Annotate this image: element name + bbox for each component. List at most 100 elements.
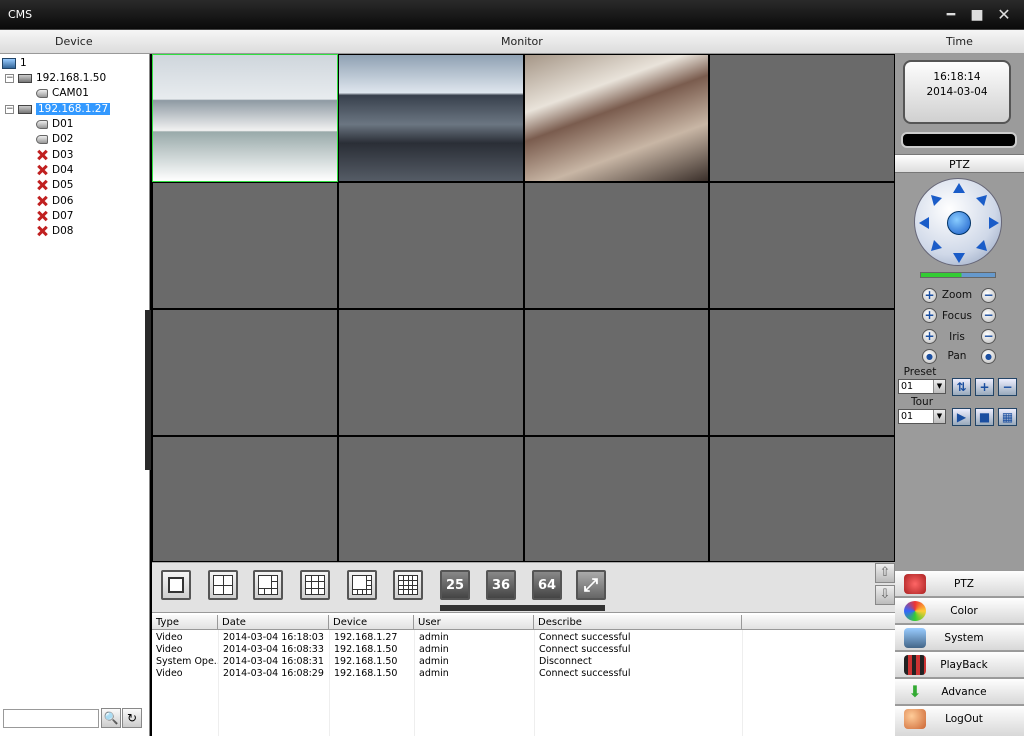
menu-label: System: [944, 632, 984, 644]
tour-grid-button[interactable]: ▦: [998, 408, 1017, 426]
iris-close-button[interactable]: −: [981, 329, 996, 344]
video-cell-15[interactable]: [524, 436, 709, 562]
close-button[interactable]: ✕: [995, 6, 1013, 24]
tree-channel-d01[interactable]: D01: [36, 117, 73, 132]
layout-25-button[interactable]: 25: [440, 570, 470, 600]
scroll-up-button[interactable]: ⇧: [875, 563, 895, 583]
layout-1-button[interactable]: [161, 570, 191, 600]
pan-left-button[interactable]: ●: [922, 349, 937, 364]
log-describe-cell: Connect successful: [539, 668, 631, 679]
log-describe-cell: Connect successful: [539, 644, 631, 655]
log-date-cell: 2014-03-04 16:18:03: [223, 632, 324, 643]
layout-64-button[interactable]: 64: [532, 570, 562, 600]
tour-play-button[interactable]: ▶: [952, 408, 971, 426]
tree-host-2[interactable]: 192.168.1.27: [18, 102, 111, 117]
minimize-button[interactable]: ━: [942, 6, 960, 24]
refresh-button[interactable]: ↻: [122, 708, 142, 728]
tree-channel-d05[interactable]: D05: [36, 178, 73, 193]
col-type[interactable]: Type: [152, 615, 218, 630]
fullscreen-icon: ⤢: [583, 574, 599, 596]
tree-channel-d02[interactable]: D02: [36, 132, 73, 147]
fullscreen-button[interactable]: ⤢: [576, 570, 606, 600]
col-user[interactable]: User: [414, 615, 534, 630]
video-cell-1[interactable]: [152, 54, 338, 182]
table-row[interactable]: Video 2014-03-04 16:08:29 192.168.1.50 admi…: [152, 668, 895, 680]
layout-9-button[interactable]: [300, 570, 330, 600]
video-cell-10[interactable]: [338, 309, 524, 436]
device-search-input[interactable]: [3, 709, 99, 728]
video-cell-13[interactable]: [152, 436, 338, 562]
preset-goto-button[interactable]: ⇅: [952, 378, 971, 396]
video-cell-3[interactable]: [524, 54, 709, 182]
preset-value: 01: [901, 381, 914, 392]
panel-splitter[interactable]: [145, 310, 151, 470]
focus-label: Focus: [942, 310, 972, 322]
video-cell-5[interactable]: [152, 182, 338, 309]
tour-select[interactable]: 01 ▼: [898, 409, 946, 424]
preset-add-button[interactable]: +: [975, 378, 994, 396]
system-icon: [904, 628, 926, 648]
collapse-toggle[interactable]: −: [5, 74, 14, 83]
zoom-out-button[interactable]: −: [981, 288, 996, 303]
scroll-down-button[interactable]: ⇩: [875, 585, 895, 605]
layout-36-button[interactable]: 36: [486, 570, 516, 600]
col-date[interactable]: Date: [218, 615, 329, 630]
pan-right-button[interactable]: ●: [981, 349, 996, 364]
video-cell-8[interactable]: [709, 182, 895, 309]
video-cell-9[interactable]: [152, 309, 338, 436]
layout-16-button[interactable]: [393, 570, 423, 600]
ptz-speed-slider[interactable]: [920, 272, 996, 278]
camera-icon: [36, 119, 48, 129]
disconnected-camera-icon: [36, 210, 48, 222]
log-date-cell: 2014-03-04 16:08:29: [223, 668, 324, 679]
tree-channel-d08[interactable]: D08: [36, 224, 73, 239]
tree-channel-d04[interactable]: D04: [36, 163, 73, 178]
menu-system-button[interactable]: System: [895, 624, 1024, 650]
tree-channel-d03[interactable]: D03: [36, 148, 73, 163]
tour-stop-button[interactable]: ■: [975, 408, 994, 426]
log-user-cell: admin: [419, 644, 449, 655]
tree-host-1[interactable]: 192.168.1.50: [18, 71, 106, 86]
dvr-icon: [18, 73, 32, 83]
collapse-toggle[interactable]: −: [5, 105, 14, 114]
video-cell-11[interactable]: [524, 309, 709, 436]
video-cell-16[interactable]: [709, 436, 895, 562]
menu-color-button[interactable]: Color: [895, 597, 1024, 623]
video-cell-6[interactable]: [338, 182, 524, 309]
log-toggle-handle[interactable]: [440, 605, 605, 611]
video-cell-12[interactable]: [709, 309, 895, 436]
search-button[interactable]: 🔍: [101, 708, 121, 728]
video-cell-2[interactable]: [338, 54, 524, 182]
video-cell-4[interactable]: [709, 54, 895, 182]
video-cell-7[interactable]: [524, 182, 709, 309]
col-describe[interactable]: Describe: [534, 615, 742, 630]
menu-playback-button[interactable]: PlayBack: [895, 651, 1024, 677]
maximize-button[interactable]: ■: [968, 6, 986, 24]
col-device[interactable]: Device: [329, 615, 414, 630]
preset-select[interactable]: 01 ▼: [898, 379, 946, 394]
video-cell-14[interactable]: [338, 436, 524, 562]
tree-channel-d07[interactable]: D07: [36, 209, 73, 224]
menu-ptz-button[interactable]: PTZ: [895, 570, 1024, 596]
focus-near-button[interactable]: +: [922, 308, 937, 323]
table-row[interactable]: Video 2014-03-04 16:08:33 192.168.1.50 admi…: [152, 644, 895, 656]
channel-label: CAM01: [52, 87, 89, 99]
menu-logout-button[interactable]: LogOut: [895, 705, 1024, 736]
layout-8-button[interactable]: [347, 570, 377, 600]
zoom-in-button[interactable]: +: [922, 288, 937, 303]
table-row[interactable]: Video 2014-03-04 16:18:03 192.168.1.27 admi…: [152, 632, 895, 644]
layout-4-button[interactable]: [208, 570, 238, 600]
focus-far-button[interactable]: −: [981, 308, 996, 323]
layout-6-button[interactable]: [253, 570, 283, 600]
tree-root-label: 1: [20, 57, 27, 69]
menu-advance-button[interactable]: ⬇ Advance: [895, 678, 1024, 704]
tree-channel-d06[interactable]: D06: [36, 194, 73, 209]
preset-remove-button[interactable]: −: [998, 378, 1017, 396]
ptz-center-button[interactable]: [947, 211, 971, 235]
ptz-direction-pad[interactable]: [914, 178, 1002, 266]
table-row[interactable]: System Ope... 2014-03-04 16:08:31 192.168.…: [152, 656, 895, 668]
layout-16-icon: [398, 575, 418, 595]
tree-root[interactable]: 1: [2, 56, 27, 71]
iris-open-button[interactable]: +: [922, 329, 937, 344]
tree-channel-cam01[interactable]: CAM01: [36, 86, 89, 101]
